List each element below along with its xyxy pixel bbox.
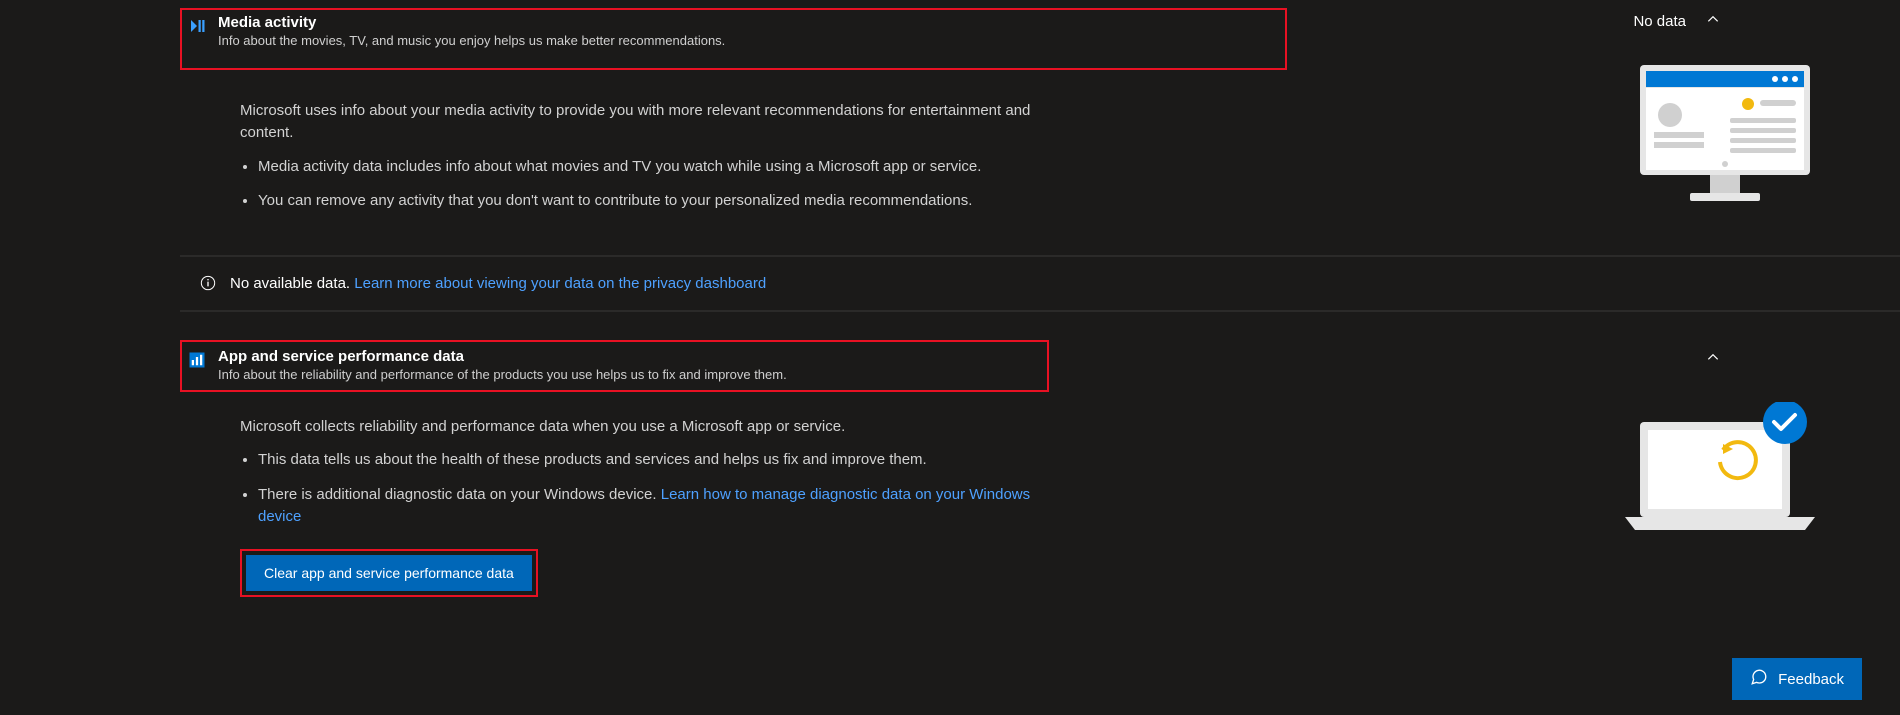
media-bullet-2: You can remove any activity that you don… [258,190,1060,213]
chevron-up-icon[interactable] [1706,350,1720,368]
info-icon [200,275,216,291]
perf-title: App and service performance data [218,348,787,365]
no-data-info-bar: No available data. Learn more about view… [180,256,1900,311]
perf-bullet-1: This data tells us about the health of t… [258,449,1060,472]
feedback-button[interactable]: Feedback [1732,658,1862,700]
media-bullet-1: Media activity data includes info about … [258,156,1060,179]
media-play-icon [188,17,206,35]
no-available-data-text: No available data. [230,275,350,292]
perf-desc: Info about the reliability and performan… [218,367,787,382]
perf-intro-text: Microsoft collects reliability and perfo… [240,416,1060,438]
perf-illustration [1620,402,1820,545]
bar-chart-icon [188,351,206,369]
perf-bullet-2: There is additional diagnostic data on y… [258,484,1060,529]
clear-performance-data-button[interactable]: Clear app and service performance data [246,555,532,591]
media-status-label: No data [1633,13,1686,30]
feedback-icon [1750,668,1768,690]
chevron-up-icon[interactable] [1706,12,1720,30]
media-activity-desc: Info about the movies, TV, and music you… [218,33,725,48]
media-illustration [1630,60,1820,213]
learn-more-privacy-link[interactable]: Learn more about viewing your data on th… [354,275,766,292]
media-activity-title: Media activity [218,14,725,31]
feedback-label: Feedback [1778,671,1844,688]
media-intro-text: Microsoft uses info about your media act… [240,100,1060,144]
